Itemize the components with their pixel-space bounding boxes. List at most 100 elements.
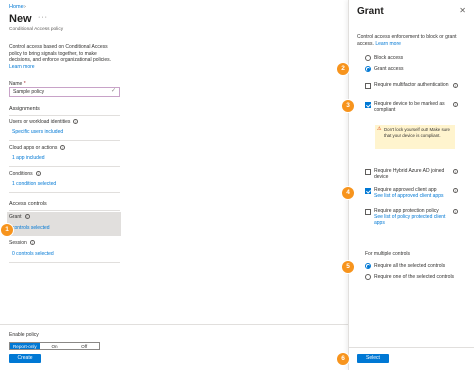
policy-pane: Home › New ··· Conditional Access policy…	[0, 0, 125, 370]
grant-pane: Grant ✕ Control access enforcement to bl…	[348, 0, 474, 370]
users-label-text: Users or workload identities	[9, 119, 71, 125]
checkbox-box[interactable]	[365, 168, 371, 175]
require-hybrid-label: Require Hybrid Azure AD joined device	[374, 168, 445, 180]
apps-label-text: Cloud apps or actions	[9, 145, 58, 151]
page: Home › New ··· Conditional Access policy…	[0, 0, 474, 370]
apps-label: Cloud apps or actions i	[9, 145, 66, 151]
conditions-label-text: Conditions	[9, 171, 33, 177]
conditions-label: Conditions i	[9, 171, 41, 177]
approved-apps-link[interactable]: See list of approved client apps	[374, 193, 444, 199]
radio-dot-selected[interactable]	[365, 66, 371, 72]
grant-footer-divider	[348, 347, 474, 348]
valid-check-icon: ✓	[110, 88, 116, 94]
apps-link[interactable]: 1 app included	[12, 155, 45, 161]
grant-description-text: Control access enforcement to block or g…	[357, 34, 457, 47]
checkbox-box-checked[interactable]	[365, 187, 371, 194]
more-options-icon[interactable]: ···	[38, 14, 48, 21]
session-link[interactable]: 0 controls selected	[12, 251, 54, 257]
step-marker-3: 3	[342, 100, 354, 112]
require-compliant-checkbox[interactable]: Require device to be marked as compliant	[365, 101, 447, 113]
toggle-on[interactable]: On	[40, 343, 70, 349]
require-approved-text: Require approved client app See list of a…	[374, 187, 444, 199]
divider	[9, 210, 120, 211]
footer-divider	[0, 324, 350, 325]
checkbox-box[interactable]	[365, 208, 371, 215]
require-protection-checkbox[interactable]: Require app protection policy See list of…	[365, 208, 457, 226]
radio-dot[interactable]	[365, 55, 371, 61]
divider	[9, 115, 120, 116]
info-icon: i	[73, 119, 79, 125]
assignments-heading: Assignments	[9, 106, 40, 112]
require-compliant-label: Require device to be marked as compliant	[374, 101, 445, 113]
conditions-link[interactable]: 1 condition selected	[12, 181, 56, 187]
policy-description: Control access based on Conditional Acce…	[9, 44, 117, 70]
warning-text: Don't lock yourself out! Make sure that …	[384, 127, 450, 138]
info-icon: i	[453, 188, 458, 193]
users-link[interactable]: Specific users included	[12, 129, 63, 135]
step-marker-4: 4	[342, 187, 354, 199]
block-access-label: Block access	[374, 55, 404, 61]
divider	[9, 140, 120, 141]
require-one-radio[interactable]: Require one of the selected controls	[365, 274, 454, 280]
info-icon: i	[453, 169, 458, 174]
learn-more-link[interactable]: Learn more	[9, 64, 35, 70]
grant-access-radio[interactable]: Grant access	[365, 66, 403, 72]
info-icon: i	[453, 209, 458, 214]
step-marker-6: 6	[337, 353, 349, 365]
info-icon: i	[29, 240, 35, 246]
divider	[9, 262, 120, 263]
checkbox-box-checked[interactable]	[365, 101, 371, 108]
checkbox-box[interactable]	[365, 82, 371, 89]
create-button[interactable]: Create	[9, 354, 41, 363]
enable-policy-label: Enable policy	[9, 332, 39, 338]
page-title: New	[9, 13, 32, 25]
require-protection-text: Require app protection policy See list of…	[374, 208, 457, 226]
require-mfa-label: Require multifactor authentication	[374, 82, 449, 88]
grant-description: Control access enforcement to block or g…	[357, 34, 469, 47]
policy-name-value: Sample policy	[13, 89, 45, 95]
breadcrumb-home[interactable]: Home	[9, 4, 24, 10]
require-approved-checkbox[interactable]: Require approved client app See list of a…	[365, 187, 457, 199]
enable-policy-toggle[interactable]: Report-only On Off	[9, 342, 100, 350]
access-controls-heading: Access controls	[9, 201, 47, 207]
select-button[interactable]: Select	[357, 354, 389, 363]
radio-dot[interactable]	[365, 274, 371, 280]
grant-label: Grant i	[9, 214, 30, 220]
protected-apps-link[interactable]: See list of policy protected client apps	[374, 214, 457, 226]
grant-title: Grant	[357, 6, 384, 17]
lockout-warning: ⚠ Don't lock yourself out! Make sure that…	[375, 125, 455, 149]
session-label-text: Session	[9, 240, 27, 246]
grant-access-label: Grant access	[374, 66, 404, 72]
toggle-report-only[interactable]: Report-only	[10, 343, 40, 349]
require-all-radio[interactable]: Require all the selected controls	[365, 263, 445, 269]
divider	[9, 192, 120, 193]
require-hybrid-checkbox[interactable]: Require Hybrid Azure AD joined device	[365, 168, 447, 180]
grant-link[interactable]: controls selected	[12, 225, 50, 231]
info-icon: i	[60, 145, 66, 151]
chevron-right-icon: ›	[24, 4, 26, 10]
warning-icon: ⚠	[377, 126, 382, 132]
info-icon: i	[24, 214, 30, 220]
step-marker-1: 1	[1, 224, 13, 236]
policy-name-input[interactable]: Sample policy ✓	[9, 87, 120, 97]
page-subtitle: Conditional Access policy	[9, 27, 64, 32]
info-icon: i	[453, 102, 458, 107]
description-text: Control access based on Conditional Acce…	[9, 44, 112, 64]
radio-dot-selected[interactable]	[365, 263, 371, 269]
grant-learn-more-link[interactable]: Learn more	[375, 41, 401, 47]
toggle-off[interactable]: Off	[69, 343, 99, 349]
require-mfa-checkbox[interactable]: Require multifactor authentication	[365, 82, 455, 89]
info-icon: i	[453, 83, 458, 88]
multiple-controls-label: For multiple controls	[365, 251, 411, 257]
session-label: Session i	[9, 240, 35, 246]
require-all-label: Require all the selected controls	[374, 263, 446, 269]
block-access-radio[interactable]: Block access	[365, 55, 403, 61]
close-icon[interactable]: ✕	[459, 6, 466, 15]
step-marker-5: 5	[342, 261, 354, 273]
step-marker-2: 2	[337, 63, 349, 75]
users-label: Users or workload identities i	[9, 119, 79, 125]
grant-label-text: Grant	[9, 214, 22, 220]
divider	[9, 166, 120, 167]
require-one-label: Require one of the selected controls	[374, 274, 455, 280]
info-icon: i	[35, 171, 41, 177]
